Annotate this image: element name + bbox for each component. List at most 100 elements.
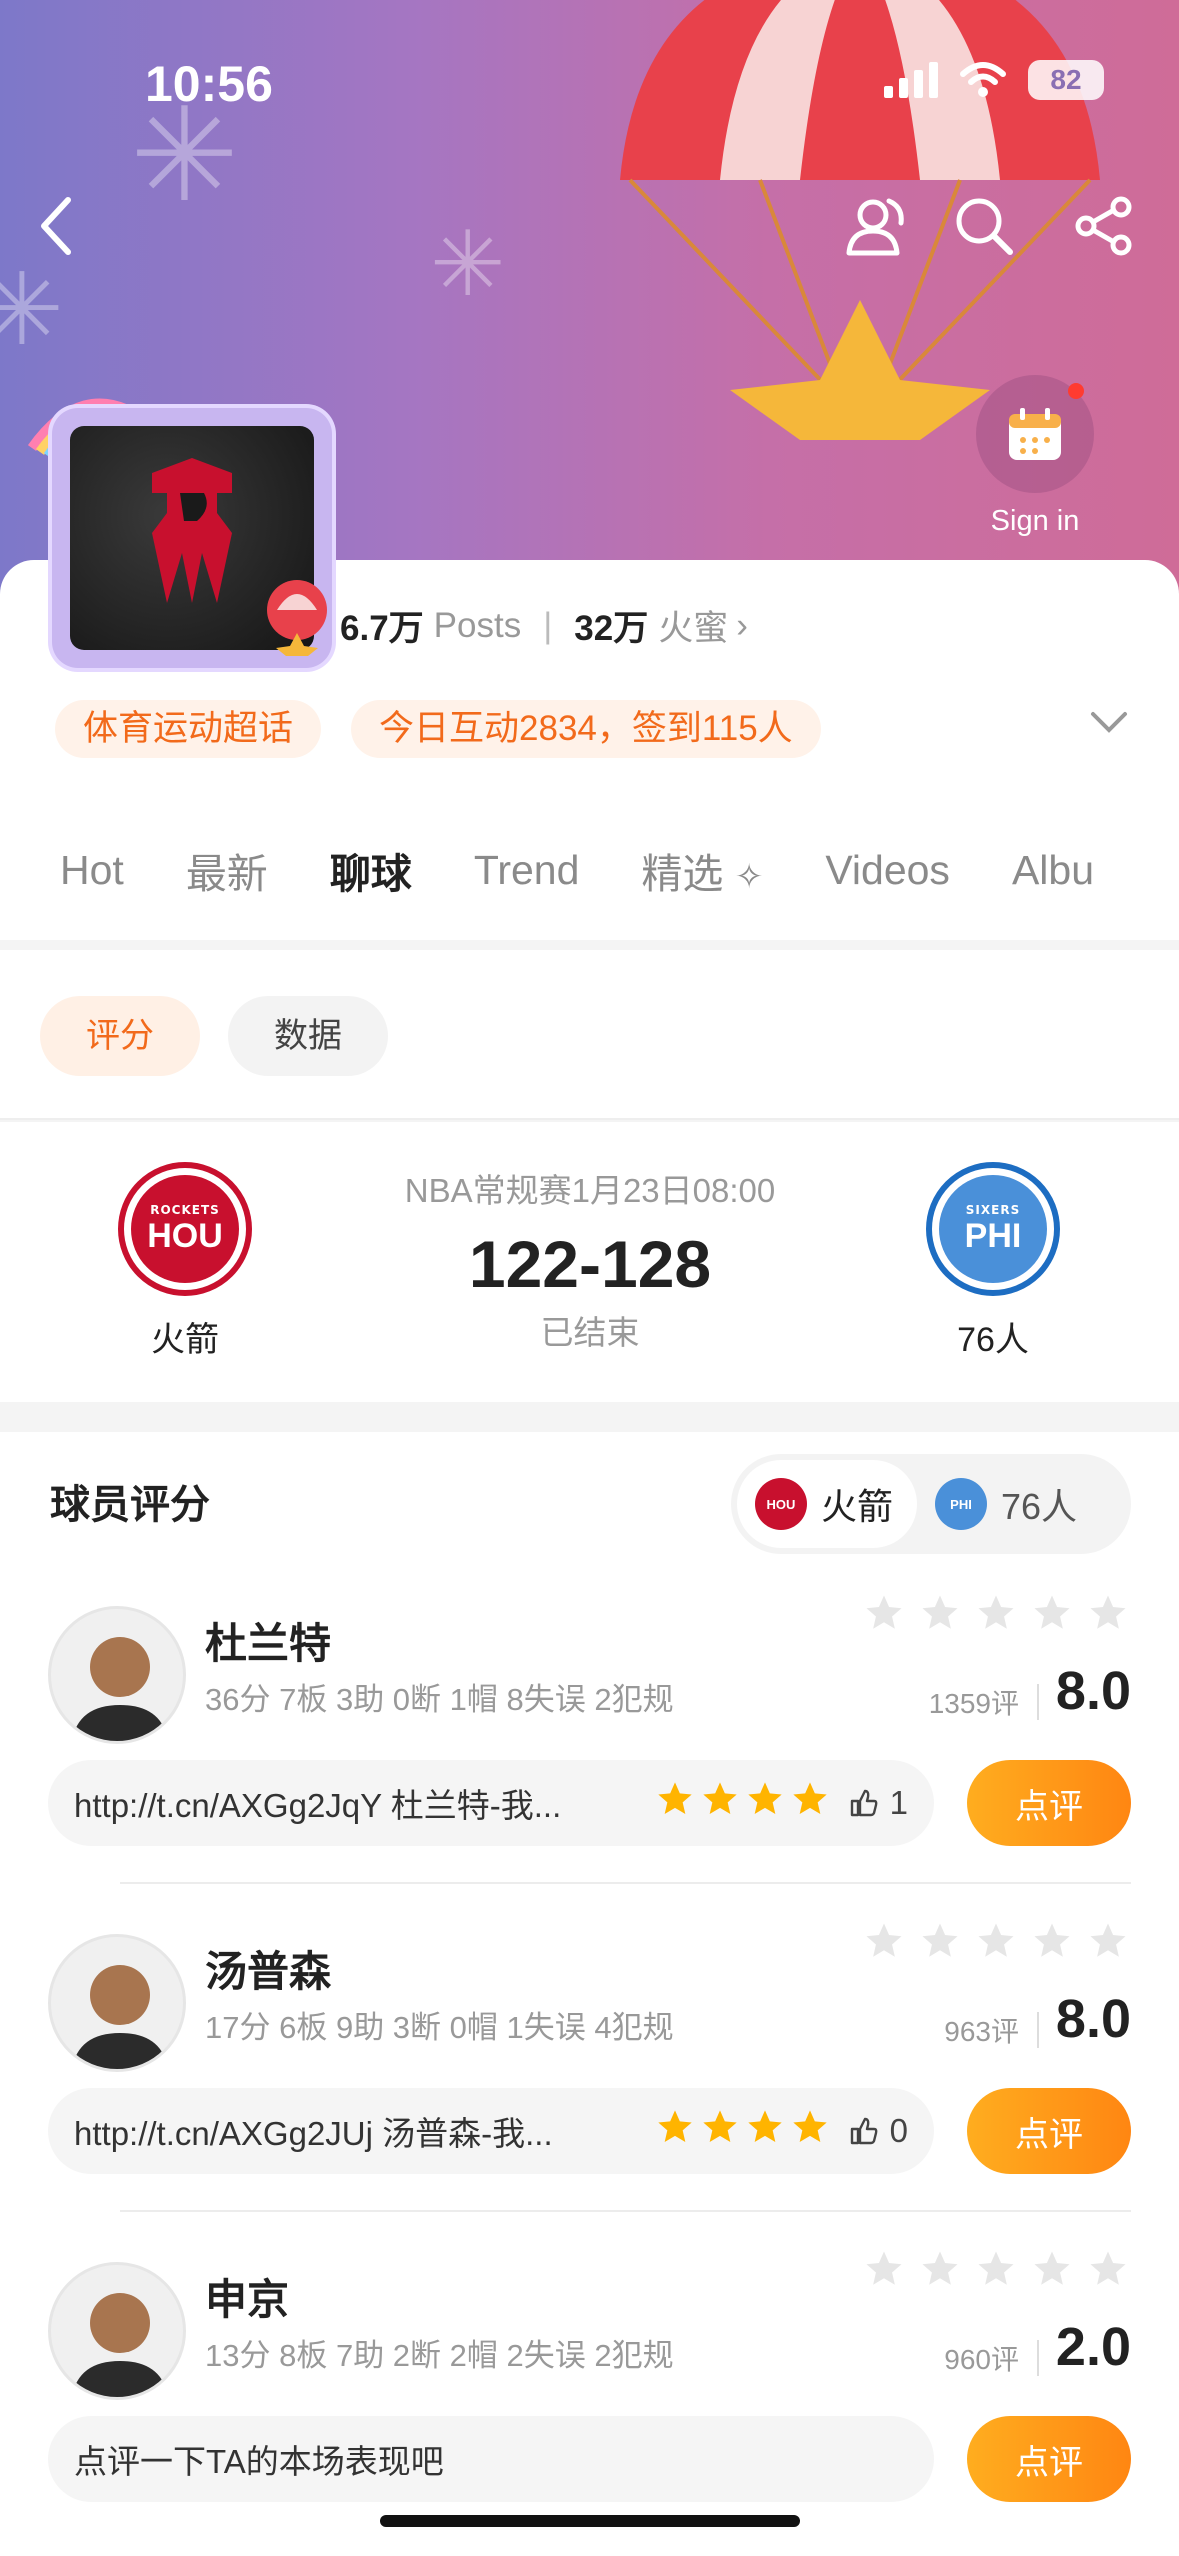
tab-featured-label: 精选: [641, 851, 724, 897]
like-button[interactable]: 1: [848, 1784, 908, 1822]
player-ratings-section: 球员评分 HOU 火箭 PHI 76人 杜兰特 36分 7板 3助 0断 1帽 8…: [0, 1432, 1179, 2556]
comment-text: 点评一下TA的本场表现吧: [74, 2443, 444, 2480]
player-avatar[interactable]: [48, 2262, 186, 2400]
phi-mini-logo-icon: PHI: [935, 1478, 988, 1530]
player-score: 2.0: [1055, 2317, 1131, 2377]
switch-away-team[interactable]: PHI 76人: [917, 1460, 1101, 1548]
back-button[interactable]: [20, 190, 92, 262]
members-button[interactable]: [840, 190, 912, 262]
rockets-logo-icon: [152, 458, 232, 603]
notification-dot: [1068, 383, 1084, 399]
player-name: 杜兰特: [205, 1620, 332, 1667]
row-divider: [120, 1882, 1131, 1884]
tab-latest[interactable]: 最新: [186, 840, 268, 900]
rating-star-icon[interactable]: [919, 2248, 961, 2294]
rate-button[interactable]: 点评: [967, 2088, 1131, 2174]
rate-button[interactable]: 点评: [967, 1760, 1131, 1846]
fans-count: 32万: [574, 609, 649, 648]
activity-tag[interactable]: 今日互动2834，签到115人: [351, 700, 821, 758]
rating-count: 960评: [944, 2344, 1019, 2375]
tab-albums[interactable]: Albu: [1012, 847, 1094, 894]
subtab-data[interactable]: 数据: [228, 996, 388, 1076]
game-score: 122-128: [468, 1227, 712, 1301]
rating-star-icon[interactable]: [1087, 2248, 1129, 2294]
community-stats[interactable]: 6.7万 Posts | 32万 火蜜 ›: [340, 600, 748, 651]
phi-logo-small-text: SIXERS: [965, 1202, 1021, 1217]
rating-stars[interactable]: [863, 1592, 1129, 1638]
player-avatar[interactable]: [48, 1606, 186, 1744]
rating-stars[interactable]: [863, 2248, 1129, 2294]
row-divider: [120, 2210, 1131, 2212]
subtab-rating[interactable]: 评分: [40, 996, 200, 1076]
tab-featured[interactable]: 精选 ✧: [641, 840, 763, 900]
top-comment[interactable]: http://t.cn/AXGg2JUj 汤普森-我... 0: [48, 2088, 934, 2174]
switch-home-team[interactable]: HOU 火箭: [737, 1460, 918, 1548]
rating-star-icon[interactable]: [919, 1592, 961, 1638]
like-count: 0: [889, 2112, 908, 2149]
phi-logo-big-text: PHI: [964, 1216, 1022, 1255]
home-team[interactable]: ROCKETS HOU 火箭: [110, 1162, 260, 1361]
comment-stars: [655, 1779, 830, 1827]
rating-star-icon[interactable]: [863, 2248, 905, 2294]
category-tag[interactable]: 体育运动超话: [55, 700, 322, 758]
tab-videos[interactable]: Videos: [825, 847, 950, 894]
top-comment[interactable]: 点评一下TA的本场表现吧: [48, 2416, 934, 2502]
player-stats: 36分 7板 3助 0断 1帽 8失误 2犯规: [205, 1682, 674, 1717]
comment-star-icon: [700, 1779, 740, 1827]
game-status: 已结束: [540, 1314, 640, 1351]
balloon-decoration: [267, 580, 327, 656]
fans-label: 火蜜: [658, 609, 729, 648]
comment-text: http://t.cn/AXGg2JqY 杜兰特-我...: [74, 1787, 562, 1824]
chevron-left-icon: [41, 197, 71, 255]
game-center: NBA常规赛1月23日08:00 122-128 已结束: [340, 1164, 840, 1354]
rating-star-icon[interactable]: [1087, 1592, 1129, 1638]
comment-star-icon: [745, 2107, 785, 2155]
rating-star-icon[interactable]: [975, 1920, 1017, 1966]
share-icon: [1075, 196, 1132, 256]
player-name: 汤普森: [205, 1948, 332, 1995]
game-summary[interactable]: ROCKETS HOU 火箭 NBA常规赛1月23日08:00 122-128 …: [0, 1122, 1179, 1402]
comment-star-icon: [790, 2107, 830, 2155]
rating-star-icon[interactable]: [919, 1920, 961, 1966]
top-comment[interactable]: http://t.cn/AXGg2JqY 杜兰特-我... 1: [48, 1760, 934, 1846]
away-team[interactable]: SIXERS PHI 76人: [918, 1162, 1068, 1361]
player-stats: 17分 6板 9助 3断 0帽 1失误 4犯规: [205, 2010, 674, 2045]
tab-chat-ball[interactable]: 聊球: [330, 840, 412, 900]
share-button[interactable]: [1068, 190, 1140, 262]
rating-star-icon[interactable]: [975, 1592, 1017, 1638]
thumbs-up-icon: [850, 1789, 878, 1817]
rating-count: 963评: [944, 2016, 1019, 2047]
rating-stars[interactable]: [863, 1920, 1129, 1966]
away-team-name: 76人: [957, 1321, 1029, 1359]
player-row[interactable]: 汤普森 17分 6板 9助 3断 0帽 1失误 4犯规 963评 8.0 http://…: [0, 1920, 1179, 2245]
sign-in-button[interactable]: Sign in: [975, 375, 1095, 538]
rating-star-icon[interactable]: [1031, 1920, 1073, 1966]
switch-home-label: 火箭: [821, 1486, 894, 1527]
hou-logo-core: ROCKETS HOU: [131, 1175, 239, 1283]
search-button[interactable]: [948, 190, 1020, 262]
expand-button[interactable]: [1089, 710, 1129, 738]
ratings-title: 球员评分: [50, 1483, 210, 1527]
comment-star-icon: [655, 2107, 695, 2155]
feed-tabs: Hot 最新 聊球 Trend 精选 ✧ Videos Albu: [0, 815, 1179, 925]
rating-star-icon[interactable]: [1087, 1920, 1129, 1966]
chevron-down-icon: [1091, 712, 1127, 733]
player-avatar[interactable]: [48, 1934, 186, 2072]
rating-star-icon[interactable]: [1031, 1592, 1073, 1638]
rating-star-icon[interactable]: [1031, 2248, 1073, 2294]
tab-trend[interactable]: Trend: [474, 847, 580, 894]
tab-hot[interactable]: Hot: [60, 847, 124, 894]
rating-star-icon[interactable]: [975, 2248, 1017, 2294]
rate-button[interactable]: 点评: [967, 2416, 1131, 2502]
home-indicator: [380, 2515, 800, 2527]
like-button[interactable]: 0: [848, 2112, 908, 2150]
battery-indicator: 82: [1028, 60, 1104, 100]
player-row[interactable]: 申京 13分 8板 7助 2断 2帽 2失误 2犯规 960评 2.0 点评一下TA的本…: [0, 2248, 1179, 2556]
status-time: 10:56: [145, 56, 273, 112]
player-row[interactable]: 杜兰特 36分 7板 3助 0断 1帽 8失误 2犯规 1359评 8.0 http:/…: [0, 1592, 1179, 1917]
rating-star-icon[interactable]: [863, 1592, 905, 1638]
comment-star-icon: [655, 1779, 695, 1827]
subtab-bar: 评分 数据: [0, 950, 1179, 1120]
community-avatar[interactable]: [22, 378, 342, 678]
rating-star-icon[interactable]: [863, 1920, 905, 1966]
